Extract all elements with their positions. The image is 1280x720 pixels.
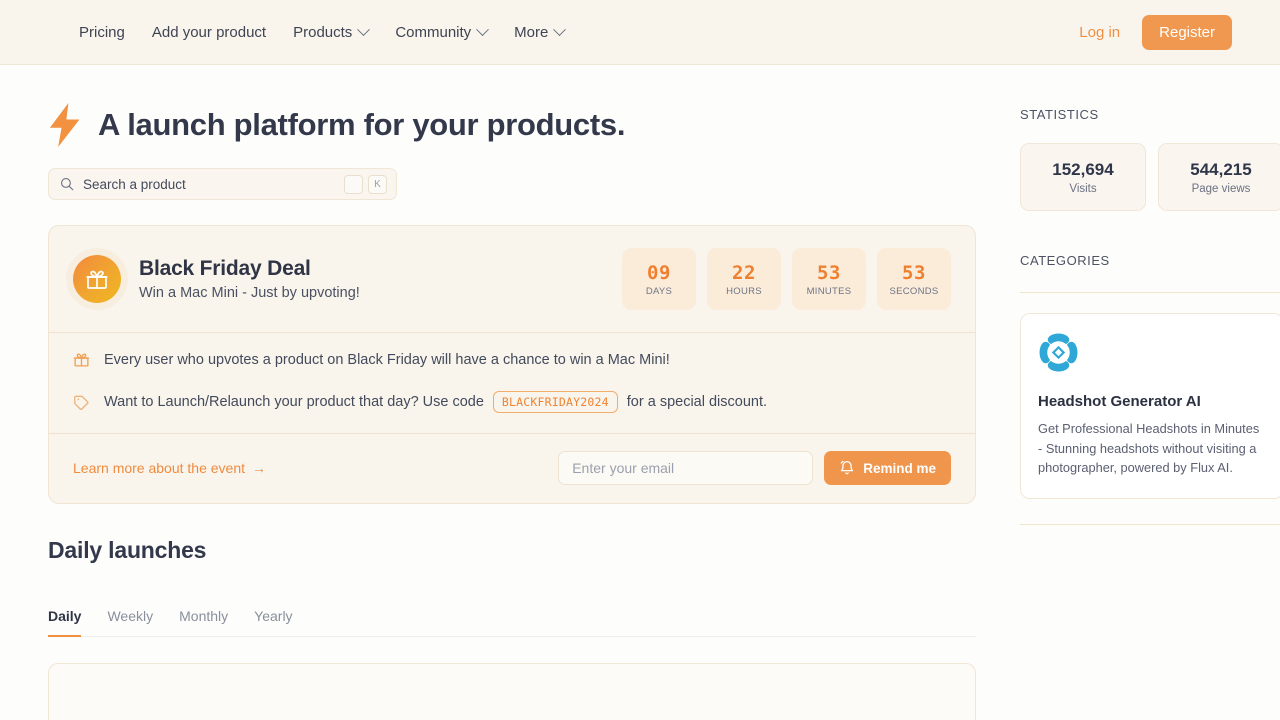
stat-label: Visits — [1069, 182, 1097, 195]
deal-detail-row: Want to Launch/Relaunch your product tha… — [73, 391, 951, 413]
nav-links: Pricing Add your product Products Commun… — [79, 22, 567, 41]
countdown-label: SECONDS — [889, 285, 939, 297]
learn-more-link[interactable]: Learn more about the event → — [73, 460, 266, 476]
category-card-description: Get Professional Headshots in Minutes - … — [1038, 421, 1260, 476]
deal-detail-text-suffix: for a special discount. — [626, 394, 768, 410]
page-body: A launch platform for your products. Sea… — [0, 65, 1280, 720]
promo-code-badge[interactable]: BLACKFRIDAY2024 — [492, 391, 618, 413]
lightning-bolt-icon — [49, 103, 80, 147]
tab-daily[interactable]: Daily — [48, 608, 82, 637]
countdown-label: HOURS — [726, 285, 762, 297]
chevron-down-icon — [553, 22, 567, 36]
stat-value: 152,694 — [1052, 159, 1114, 179]
search-icon — [61, 178, 74, 191]
nav-item-label: More — [514, 23, 549, 41]
countdown-label: MINUTES — [806, 285, 852, 297]
login-link[interactable]: Log in — [1079, 24, 1120, 41]
learn-more-label: Learn more about the event — [73, 460, 246, 476]
bell-icon — [840, 460, 854, 475]
tab-monthly[interactable]: Monthly — [179, 608, 228, 637]
nav-item-label: Community — [395, 23, 472, 41]
deal-text-block: Black Friday Deal Win a Mac Mini - Just … — [139, 257, 360, 301]
page-title: A launch platform for your products. — [98, 107, 626, 142]
nav-actions: Log in Register — [1079, 14, 1232, 50]
headshot-generator-logo-icon — [1039, 333, 1078, 372]
top-navbar: Pricing Add your product Products Commun… — [0, 0, 1280, 65]
search-placeholder: Search a product — [83, 176, 186, 192]
hero: A launch platform for your products. — [48, 103, 976, 147]
arrow-right-icon: → — [252, 460, 267, 476]
sidebar: STATISTICS 152,694 Visits 544,215 Page v… — [1020, 65, 1280, 720]
countdown-value: 53 — [817, 261, 841, 284]
main-column: A launch platform for your products. Sea… — [48, 65, 976, 720]
section-title-daily-launches: Daily launches — [48, 537, 207, 563]
deal-footer: Learn more about the event → Remind me — [49, 434, 975, 503]
search-input[interactable]: Search a product K — [48, 168, 397, 200]
deal-detail-text-main: Every user who upvotes a product on Blac… — [104, 351, 670, 368]
tab-yearly[interactable]: Yearly — [254, 608, 292, 637]
gift-icon — [73, 255, 121, 303]
countdown-days: 09 DAYS — [622, 248, 696, 310]
statistics-heading: STATISTICS — [1020, 107, 1099, 122]
deal-subtitle: Win a Mac Mini - Just by upvoting! — [139, 285, 360, 301]
categories-heading: CATEGORIES — [1020, 253, 1110, 268]
gift-icon — [73, 353, 90, 367]
shortcut-key-k: K — [368, 174, 387, 194]
countdown-value: 22 — [732, 261, 756, 284]
countdown-seconds: 53 SECONDS — [877, 248, 951, 310]
remind-me-label: Remind me — [863, 460, 936, 476]
register-button[interactable]: Register — [1142, 14, 1232, 50]
stat-card-visits: 152,694 Visits — [1020, 143, 1146, 211]
nav-item-add-your-product[interactable]: Add your product — [152, 24, 266, 41]
countdown-value: 09 — [647, 261, 671, 284]
deal-header: Black Friday Deal Win a Mac Mini - Just … — [49, 226, 975, 333]
stat-value: 544,215 — [1190, 159, 1252, 179]
reminder-form: Remind me — [558, 451, 951, 485]
nav-item-products[interactable]: Products — [293, 22, 371, 41]
countdown-minutes: 53 MINUTES — [792, 248, 866, 310]
divider — [1020, 523, 1280, 525]
deal-detail-text: Want to Launch/Relaunch your product tha… — [104, 391, 767, 413]
deal-detail-text: Every user who upvotes a product on Blac… — [104, 352, 670, 368]
statistics-cards: 152,694 Visits 544,215 Page views — [1020, 143, 1280, 211]
email-field[interactable] — [558, 451, 814, 485]
countdown-value: 53 — [902, 261, 926, 284]
chevron-down-icon — [357, 22, 371, 36]
nav-item-label: Add your product — [151, 23, 267, 41]
remind-me-button[interactable]: Remind me — [824, 451, 951, 485]
countdown-hours: 22 HOURS — [707, 248, 781, 310]
deal-detail-text-main: Want to Launch/Relaunch your product tha… — [104, 394, 484, 410]
category-product-card[interactable]: Headshot Generator AI Get Professional H… — [1020, 313, 1280, 499]
deal-title: Black Friday Deal — [139, 257, 311, 280]
search-shortcut: K — [344, 174, 387, 194]
black-friday-deal-card: Black Friday Deal Win a Mac Mini - Just … — [48, 225, 976, 504]
tab-weekly[interactable]: Weekly — [107, 608, 153, 637]
category-card-title: Headshot Generator AI — [1038, 393, 1201, 410]
deal-details: Every user who upvotes a product on Blac… — [49, 333, 975, 434]
deal-detail-row: Every user who upvotes a product on Blac… — [73, 351, 951, 368]
countdown-label: DAYS — [645, 285, 673, 297]
nav-item-community[interactable]: Community — [395, 22, 490, 41]
tag-icon — [74, 395, 89, 410]
stat-card-page-views: 544,215 Page views — [1158, 143, 1280, 211]
chevron-down-icon — [476, 22, 490, 36]
launches-tabs: Daily Weekly Monthly Yearly — [48, 608, 976, 637]
nav-item-label: Products — [293, 23, 353, 41]
nav-item-pricing[interactable]: Pricing — [79, 24, 125, 41]
nav-item-more[interactable]: More — [514, 22, 567, 41]
stat-label: Page views — [1191, 182, 1251, 195]
divider — [1020, 292, 1280, 293]
countdown-timer: 09 DAYS 22 HOURS 53 MINUTES 53 SECONDS — [622, 248, 951, 310]
nav-item-label: Pricing — [79, 23, 125, 41]
shortcut-key-modifier — [344, 174, 363, 194]
launch-list-item[interactable] — [48, 663, 976, 720]
